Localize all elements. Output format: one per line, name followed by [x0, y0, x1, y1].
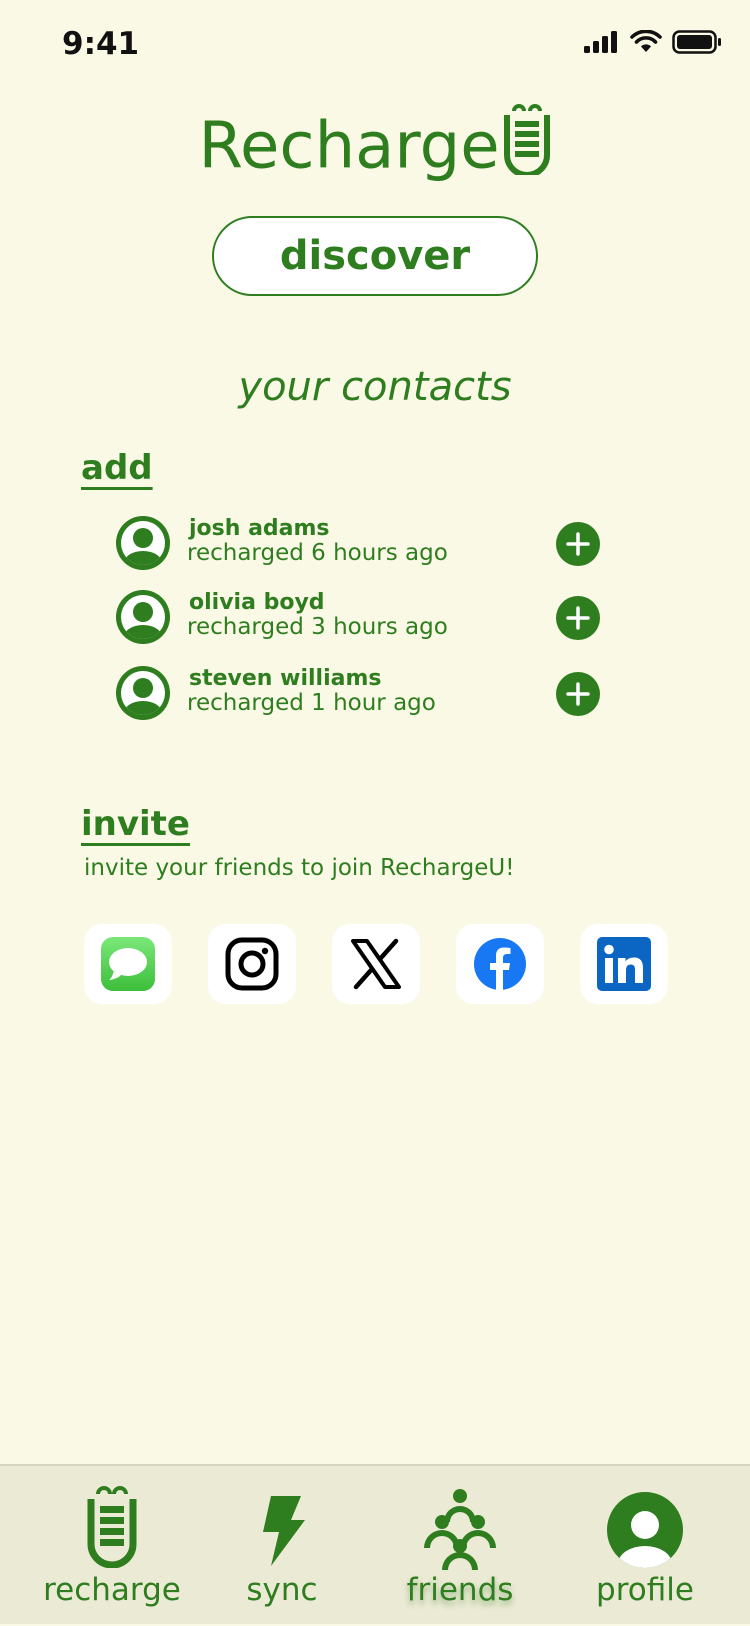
x-icon [351, 938, 401, 990]
contact-row: olivia boyd recharged 3 hours ago [116, 590, 606, 650]
contact-row: steven williams recharged 1 hour ago [116, 666, 606, 726]
plus-icon [566, 682, 590, 706]
section-title: your contacts [238, 364, 512, 410]
status-icons [584, 30, 722, 54]
contact-name: josh adams [189, 516, 330, 541]
tab-label: friends [406, 1572, 514, 1608]
tab-friends[interactable]: friends [380, 1466, 540, 1626]
share-facebook-button[interactable] [456, 924, 544, 1004]
battery-logo-icon [503, 104, 550, 179]
contact-name: steven williams [189, 666, 382, 691]
contact-status: recharged 1 hour ago [187, 690, 436, 716]
share-x-button[interactable] [332, 924, 420, 1004]
share-messages-button[interactable] [84, 924, 172, 1004]
invite-heading[interactable]: invite [81, 804, 190, 844]
tab-bar: recharge sync friends profile [0, 1464, 750, 1624]
people-icon [424, 1489, 496, 1570]
app-title: Recharge [0, 104, 750, 184]
app-title-text: Recharge [198, 109, 500, 184]
battery-icon [87, 1486, 137, 1568]
avatar-icon [116, 516, 170, 570]
add-contact-button[interactable] [556, 522, 600, 566]
tab-label: recharge [43, 1572, 181, 1608]
tab-label: profile [596, 1572, 694, 1608]
contact-row: josh adams recharged 6 hours ago [116, 516, 606, 576]
contact-status: recharged 3 hours ago [187, 614, 448, 640]
tab-recharge[interactable]: recharge [22, 1466, 202, 1626]
contact-status: recharged 6 hours ago [187, 540, 448, 566]
facebook-icon [474, 938, 526, 990]
share-linkedin-button[interactable] [580, 924, 668, 1004]
status-time: 9:41 [62, 26, 140, 62]
messages-icon [101, 937, 155, 991]
tab-sync[interactable]: sync [222, 1466, 342, 1626]
add-contact-button[interactable] [556, 596, 600, 640]
plus-icon [566, 532, 590, 556]
add-heading[interactable]: add [81, 448, 153, 488]
profile-icon [607, 1492, 683, 1568]
tab-label: sync [246, 1572, 318, 1608]
lightning-icon [263, 1496, 305, 1566]
invite-subtitle: invite your friends to join RechargeU! [84, 855, 515, 881]
plus-icon [566, 606, 590, 630]
battery-status-icon [672, 30, 721, 54]
contact-name: olivia boyd [189, 590, 325, 615]
share-instagram-button[interactable] [208, 924, 296, 1004]
instagram-icon [225, 937, 279, 991]
signal-icon [584, 31, 617, 53]
discover-button[interactable]: discover [212, 216, 538, 296]
avatar-icon [116, 666, 170, 720]
add-contact-button[interactable] [556, 672, 600, 716]
wifi-icon [630, 30, 662, 52]
status-bar: 9:41 [0, 0, 750, 90]
linkedin-icon [597, 937, 651, 991]
avatar-icon [116, 590, 170, 644]
tab-profile[interactable]: profile [570, 1466, 720, 1626]
